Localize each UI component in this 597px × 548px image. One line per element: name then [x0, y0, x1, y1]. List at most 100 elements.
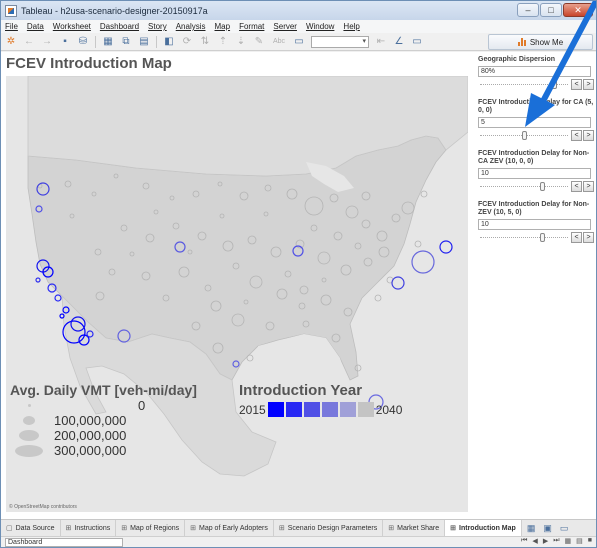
- toolbar: ✲ ← → ▪ ⛁ ▦ ⧉ ▤ ◧ ⟳ ⇅ ⇡ ⇣ ✎ Abc ▭ ▾ ⇤ ∠ …: [1, 33, 596, 51]
- menu-bar: File Data Worksheet Dashboard Story Anal…: [1, 20, 596, 33]
- new-worksheet-icon[interactable]: ▦: [527, 523, 536, 534]
- tab-data-source[interactable]: ▢ Data Source: [1, 520, 61, 536]
- parameter-title: FCEV Introduction Delay for Non-ZEV (10,…: [478, 201, 590, 216]
- new-worksheet-icon[interactable]: ▦: [102, 36, 114, 48]
- duplicate-sheet-icon[interactable]: ⧉: [120, 36, 132, 48]
- parameter-input[interactable]: 5: [478, 117, 591, 128]
- new-sheet-controls: ▦ ▣ ▭: [522, 520, 569, 536]
- next-sheet-icon[interactable]: ▶: [543, 537, 548, 545]
- last-sheet-icon[interactable]: ⏭: [553, 537, 559, 545]
- sorter-icon[interactable]: ■: [588, 537, 592, 545]
- slider-increment-button[interactable]: >: [583, 181, 594, 192]
- menu-help[interactable]: Help: [343, 22, 359, 31]
- menu-file[interactable]: File: [5, 22, 18, 31]
- tab-label: Instructions: [74, 524, 111, 532]
- save-icon[interactable]: ▪: [59, 36, 71, 48]
- tab-map-of-early-adopters[interactable]: ⊞ Map of Early Adopters: [185, 520, 274, 536]
- tab-instructions[interactable]: ⊞ Instructions: [61, 520, 117, 536]
- slider-increment-button[interactable]: >: [583, 232, 594, 243]
- new-dashboard-icon[interactable]: ▣: [543, 523, 552, 534]
- show-me-label: Show Me: [529, 37, 564, 47]
- menu-worksheet[interactable]: Worksheet: [53, 22, 91, 31]
- tab-market-share[interactable]: ⊞ Market Share: [383, 520, 446, 536]
- dashboard-icon: ⊞: [388, 525, 395, 532]
- year-color-scale: 2015 2040: [239, 402, 402, 417]
- new-story-icon[interactable]: ▭: [560, 523, 569, 534]
- menu-server[interactable]: Server: [273, 22, 297, 31]
- presentation-mode-icon[interactable]: ⇤: [375, 36, 387, 48]
- menu-format[interactable]: Format: [239, 22, 264, 31]
- tab-label: Scenario Design Parameters: [287, 524, 378, 532]
- slider-thumb[interactable]: [552, 80, 558, 89]
- tab-scenario-design-parameters[interactable]: ⊞ Scenario Design Parameters: [274, 520, 384, 536]
- swap-icon[interactable]: ⇅: [199, 36, 211, 48]
- parameter-control: Geographic Dispersion 80% < >: [478, 56, 594, 90]
- tab-introduction-map[interactable]: ⊞ Introduction Map: [445, 520, 522, 536]
- menu-story[interactable]: Story: [148, 22, 167, 31]
- toolbar-separator: [95, 35, 96, 48]
- show-tabs-icon[interactable]: ▦: [565, 537, 572, 545]
- menu-data[interactable]: Data: [27, 22, 44, 31]
- maximize-button[interactable]: □: [540, 3, 562, 17]
- menu-analysis[interactable]: Analysis: [176, 22, 206, 31]
- color-swatch: [321, 402, 338, 417]
- sort-descending-icon[interactable]: ⇣: [235, 36, 247, 48]
- undo-icon[interactable]: ←: [23, 36, 35, 48]
- parameters-panel: Geographic Dispersion 80% < > FCEV Intro…: [478, 52, 594, 243]
- size-bubble: [15, 445, 43, 457]
- parameter-slider[interactable]: < >: [478, 181, 594, 192]
- slider-increment-button[interactable]: >: [583, 79, 594, 90]
- highlight-icon[interactable]: ✎: [253, 36, 265, 48]
- slider-decrement-button[interactable]: <: [571, 79, 582, 90]
- slider-track: [480, 186, 568, 187]
- parameter-slider[interactable]: < >: [478, 130, 594, 141]
- tableau-window: Tableau - h2usa-scenario-designer-201509…: [0, 0, 597, 548]
- menu-window[interactable]: Window: [306, 22, 334, 31]
- prev-sheet-icon[interactable]: ◀: [532, 537, 537, 545]
- vmt-legend-row: 200,000,000: [10, 428, 240, 443]
- dashboard-canvas: FCEV Introduction Map © OpenStreetMap co…: [1, 52, 596, 519]
- fix-axes-icon[interactable]: ▭: [293, 36, 305, 48]
- parameter-input[interactable]: 10: [478, 219, 591, 230]
- sheet-tabs: ▢ Data Source ⊞ Instructions ⊞ Map of Re…: [1, 519, 596, 536]
- show-mark-labels-icon[interactable]: Abc: [271, 36, 287, 48]
- tab-label: Map of Early Adopters: [199, 524, 268, 532]
- show-me-icon: [517, 38, 526, 46]
- tooltip-icon[interactable]: ▭: [411, 36, 423, 48]
- show-me-button[interactable]: Show Me: [488, 34, 593, 50]
- menu-dashboard[interactable]: Dashboard: [100, 22, 139, 31]
- add-datasource-icon[interactable]: ⛁: [77, 36, 89, 48]
- year-end-label: 2040: [375, 402, 403, 417]
- parameter-slider[interactable]: < >: [478, 79, 594, 90]
- parameter-slider[interactable]: < >: [478, 232, 594, 243]
- fit-select[interactable]: ▾: [311, 35, 369, 48]
- pause-updates-icon[interactable]: ◧: [163, 36, 175, 48]
- tab-label: Data Source: [15, 524, 55, 532]
- parameter-control: FCEV Introduction Delay for CA (5, 0, 0)…: [478, 99, 594, 141]
- tab-map-of-regions[interactable]: ⊞ Map of Regions: [116, 520, 186, 536]
- parameter-input[interactable]: 80%: [478, 66, 591, 77]
- fcev-introduction-map[interactable]: © OpenStreetMap contributors Avg. Daily …: [6, 76, 468, 512]
- slider-increment-button[interactable]: >: [583, 130, 594, 141]
- sort-ascending-icon[interactable]: ⇡: [217, 36, 229, 48]
- color-swatch: [303, 402, 320, 417]
- slider-thumb[interactable]: [540, 182, 546, 191]
- parameter-input[interactable]: 10: [478, 168, 591, 179]
- slider-decrement-button[interactable]: <: [571, 181, 582, 192]
- slider-thumb[interactable]: [522, 131, 527, 140]
- close-button[interactable]: ✕: [563, 3, 593, 17]
- clear-sheet-icon[interactable]: ▤: [138, 36, 150, 48]
- annotate-icon[interactable]: ∠: [393, 36, 405, 48]
- run-update-icon[interactable]: ⟳: [181, 36, 193, 48]
- slider-thumb[interactable]: [540, 233, 546, 242]
- minimize-button[interactable]: –: [517, 3, 539, 17]
- tab-label: Market Share: [397, 524, 440, 532]
- slider-decrement-button[interactable]: <: [571, 130, 582, 141]
- slider-decrement-button[interactable]: <: [571, 232, 582, 243]
- first-sheet-icon[interactable]: ⏮: [521, 537, 527, 545]
- redo-icon[interactable]: →: [41, 36, 53, 48]
- dashboard-icon: ⊞: [190, 525, 196, 532]
- menu-map[interactable]: Map: [215, 22, 231, 31]
- tableau-logo-icon[interactable]: ✲: [5, 36, 17, 48]
- filmstrip-icon[interactable]: ▤: [576, 537, 583, 545]
